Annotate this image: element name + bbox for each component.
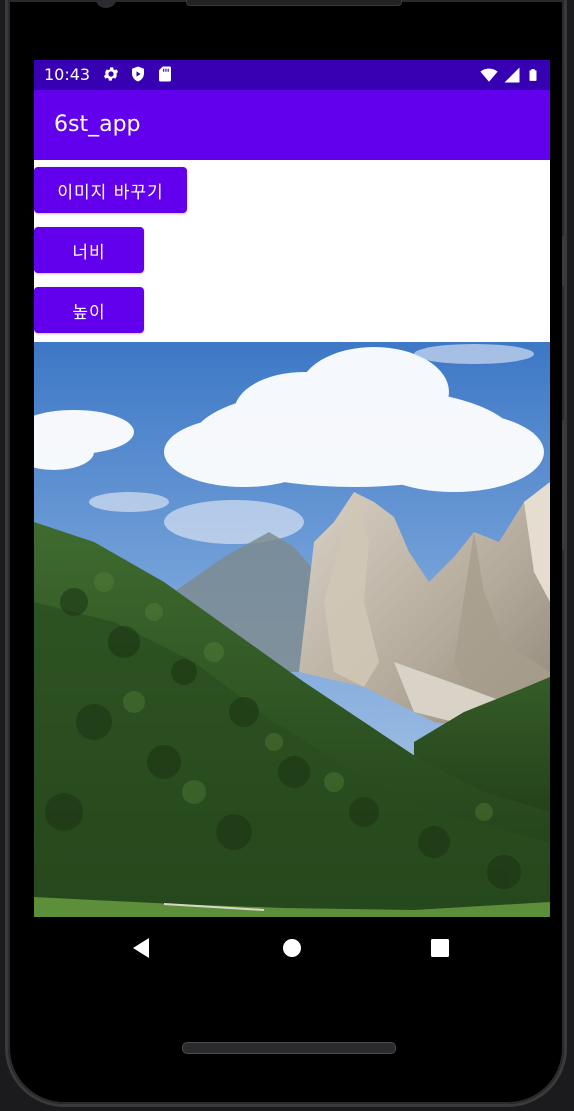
recents-icon[interactable]: [427, 935, 453, 961]
app-bar: 6st_app: [34, 90, 550, 160]
screen: 10:43 6st_app 이미지 바꾸기 너비 높이: [34, 60, 550, 978]
app-title: 6st_app: [54, 112, 141, 137]
width-button[interactable]: 너비: [34, 227, 144, 273]
status-time: 10:43: [44, 65, 91, 84]
back-icon[interactable]: [128, 935, 154, 961]
status-bar: 10:43: [34, 60, 550, 90]
mountain-landscape-image: [34, 342, 550, 918]
power-button: [562, 236, 567, 286]
wifi-icon: [480, 68, 498, 82]
volume-button: [562, 420, 567, 550]
height-button[interactable]: 높이: [34, 287, 144, 333]
settings-icon: [103, 67, 119, 81]
signal-icon: [504, 67, 520, 83]
phone-frame: 10:43 6st_app 이미지 바꾸기 너비 높이: [8, 0, 567, 1104]
front-camera: [96, 0, 116, 8]
shield-icon: [132, 66, 144, 82]
navigation-bar: [34, 917, 550, 978]
home-icon[interactable]: [279, 935, 305, 961]
sd-card-icon: [159, 66, 171, 82]
battery-icon: [529, 69, 537, 81]
main-content: 이미지 바꾸기 너비 높이: [34, 160, 550, 978]
bottom-speaker: [182, 1042, 396, 1054]
change-image-button[interactable]: 이미지 바꾸기: [34, 167, 187, 213]
top-speaker: [186, 0, 402, 6]
